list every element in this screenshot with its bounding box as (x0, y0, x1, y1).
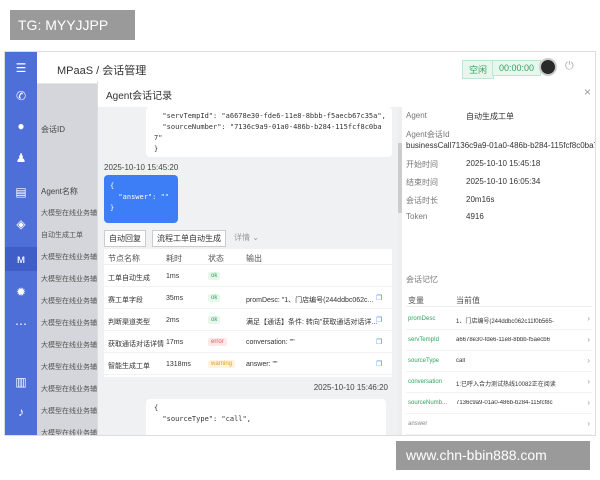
code-block: "servTempId": "a6678e30-fde6-11e8-8bbb-f… (146, 107, 392, 157)
table-row[interactable]: servTempId a6678e30-fde6-11e8-8bbb-f5aec… (406, 330, 592, 351)
table-row[interactable]: 工单自动生成 1ms ok (104, 267, 392, 287)
status-badge: ok (208, 294, 221, 302)
answer-bubble: { "answer": "" } (104, 175, 178, 223)
session-info-panel: Agent 自动生成工单 Agent会话Id businessCall7136c… (402, 107, 596, 435)
node-table: 节点名称 耗时 状态 输出 工单自动生成 1ms ok 赛工单字段 35ms o… (104, 249, 392, 377)
section-title: 会话记忆 (406, 275, 438, 284)
shield-icon[interactable]: ◈ (13, 216, 29, 232)
list-item[interactable]: 大模型在线业务辅 (41, 296, 97, 306)
modal-title: Agent会话记录 (106, 91, 173, 102)
copy-icon[interactable]: ❐ (376, 294, 382, 302)
end-time: 2025-10-10 16:05:34 (466, 177, 541, 186)
list-item[interactable]: 大模型在线业务辅 (41, 384, 97, 394)
bell-icon[interactable]: ♪ (13, 404, 29, 420)
chat-pane[interactable]: "servTempId": "a6678e30-fde6-11e8-8bbb-f… (98, 107, 398, 435)
list-item[interactable]: 大模型在线业务辅 (41, 274, 97, 284)
breadcrumb: MPaaS / 会话管理 (57, 65, 147, 77)
status-badge: warning (208, 360, 236, 368)
top-bar: MPaaS / 会话管理 空闲 00:00:00 ⏻ (37, 52, 595, 84)
table-row[interactable]: conversation 1:已呼入合力测试热线10082正在阅读 › (406, 372, 592, 393)
call-timer: 00:00:00 (492, 60, 542, 76)
table-row[interactable]: 赛工单字段 35ms ok promDesc: "1、门店编号(244ddbc0… (104, 289, 392, 309)
table-row[interactable]: sourceNumb... 7136c9a9-01a0-486b-b284-11… (406, 393, 592, 414)
flow-ticket-button[interactable]: 流程工单自动生成 (152, 230, 226, 247)
table-row[interactable]: promDesc 1、门店编号(244ddbc062c11f0b565- › (406, 309, 592, 330)
avatar[interactable] (539, 58, 557, 76)
list-item[interactable]: 大模型在线业务辅 (41, 340, 97, 350)
list-item[interactable]: 自动生成工单 (41, 230, 83, 240)
table-row[interactable]: 获取通话对话详情 17ms error conversation: "" ❐ (104, 333, 392, 353)
auto-reply-button[interactable]: 自动回复 (104, 230, 146, 247)
status-badge: ok (208, 316, 221, 324)
token-count: 4916 (466, 212, 484, 221)
duration: 20m16s (466, 195, 495, 204)
list-item[interactable]: 大模型在线业务辅 (41, 318, 97, 328)
menu-icon[interactable]: ☰ (13, 60, 29, 76)
agent-value: 自动生成工单 (466, 112, 514, 121)
copy-icon[interactable]: ❐ (376, 316, 382, 324)
phone-icon[interactable]: ✆ (13, 88, 29, 104)
session-id-value: businessCall7136c9a9-01a0-486b-b284-115f… (406, 141, 596, 150)
chevron-right-icon[interactable]: › (587, 398, 590, 407)
agent-name-header: Agent名称 (41, 187, 78, 196)
timestamp: 2025-10-10 15:46:20 (313, 383, 388, 392)
chat-icon[interactable]: ● (13, 118, 29, 134)
details-toggle[interactable]: 详情 ⌄ (234, 232, 259, 243)
chevron-right-icon[interactable]: › (587, 335, 590, 344)
agents-icon[interactable]: ᴍ (5, 247, 37, 271)
agent-session-modal: Agent会话记录 × "servTempId": "a6678e30-fde6… (97, 81, 596, 435)
power-icon[interactable]: ⏻ (565, 60, 579, 74)
table-row[interactable]: 判断渠道类型 2ms ok 满足【通话】条件: 转向"获取通话对话详... ❐ (104, 311, 392, 331)
table-row[interactable]: sourceType call › (406, 351, 592, 372)
session-id-label: 会话ID (41, 125, 65, 134)
table-row[interactable]: 智能生成工单 1318ms warning answer: "" ❐ (104, 355, 392, 375)
list-item[interactable]: 大模型在线业务辅 (41, 362, 97, 372)
book-icon[interactable]: ▥ (13, 374, 29, 390)
watermark-url: www.chn-bbin888.com (396, 441, 590, 470)
start-time: 2025-10-10 15:45:18 (466, 159, 541, 168)
watermark-tag: TG: MYYJJPP (10, 10, 135, 40)
list-item[interactable]: 大模型在线业务辅 (41, 208, 97, 218)
user-icon[interactable]: ♟ (13, 150, 29, 166)
table-header: 变量 当前值 (406, 291, 592, 307)
list-item[interactable]: 大模型在线业务辅 (41, 406, 97, 416)
chevron-right-icon[interactable]: › (587, 314, 590, 323)
copy-icon[interactable]: ❐ (376, 360, 382, 368)
chevron-right-icon[interactable]: › (587, 377, 590, 386)
app-window: ☰ ✆ ● ♟ ▤ ◈ ᴍ ✹ ⋯ ▥ ♪ MPaaS / 会话管理 空闲 00… (4, 51, 596, 436)
chevron-right-icon[interactable]: › (587, 356, 590, 365)
nav-rail: ☰ ✆ ● ♟ ▤ ◈ ᴍ ✹ ⋯ ▥ ♪ (5, 52, 37, 435)
table-row[interactable]: answer › (406, 414, 592, 435)
gear-icon[interactable]: ✹ (13, 284, 29, 300)
copy-icon[interactable]: ❐ (376, 338, 382, 346)
more-icon[interactable]: ⋯ (13, 316, 29, 332)
table-header: 节点名称 耗时 状态 输出 (104, 249, 392, 265)
list-item[interactable]: 大模型在线业务辅 (41, 252, 97, 262)
clipboard-icon[interactable]: ▤ (13, 184, 29, 200)
background-agent-list: 会话ID Agent名称 大模型在线业务辅 自动生成工单 大模型在线业务辅 大模… (37, 84, 97, 435)
code-block: { "sourceType": "call", (146, 399, 386, 435)
timestamp: 2025-10-10 15:45:20 (104, 163, 179, 172)
status-badge: 空闲 (462, 60, 495, 79)
chevron-right-icon[interactable]: › (587, 419, 590, 428)
status-badge: ok (208, 272, 221, 280)
list-item[interactable]: 大模型在线业务辅 (41, 428, 97, 435)
close-icon[interactable]: × (584, 85, 591, 99)
status-badge: error (208, 338, 227, 346)
